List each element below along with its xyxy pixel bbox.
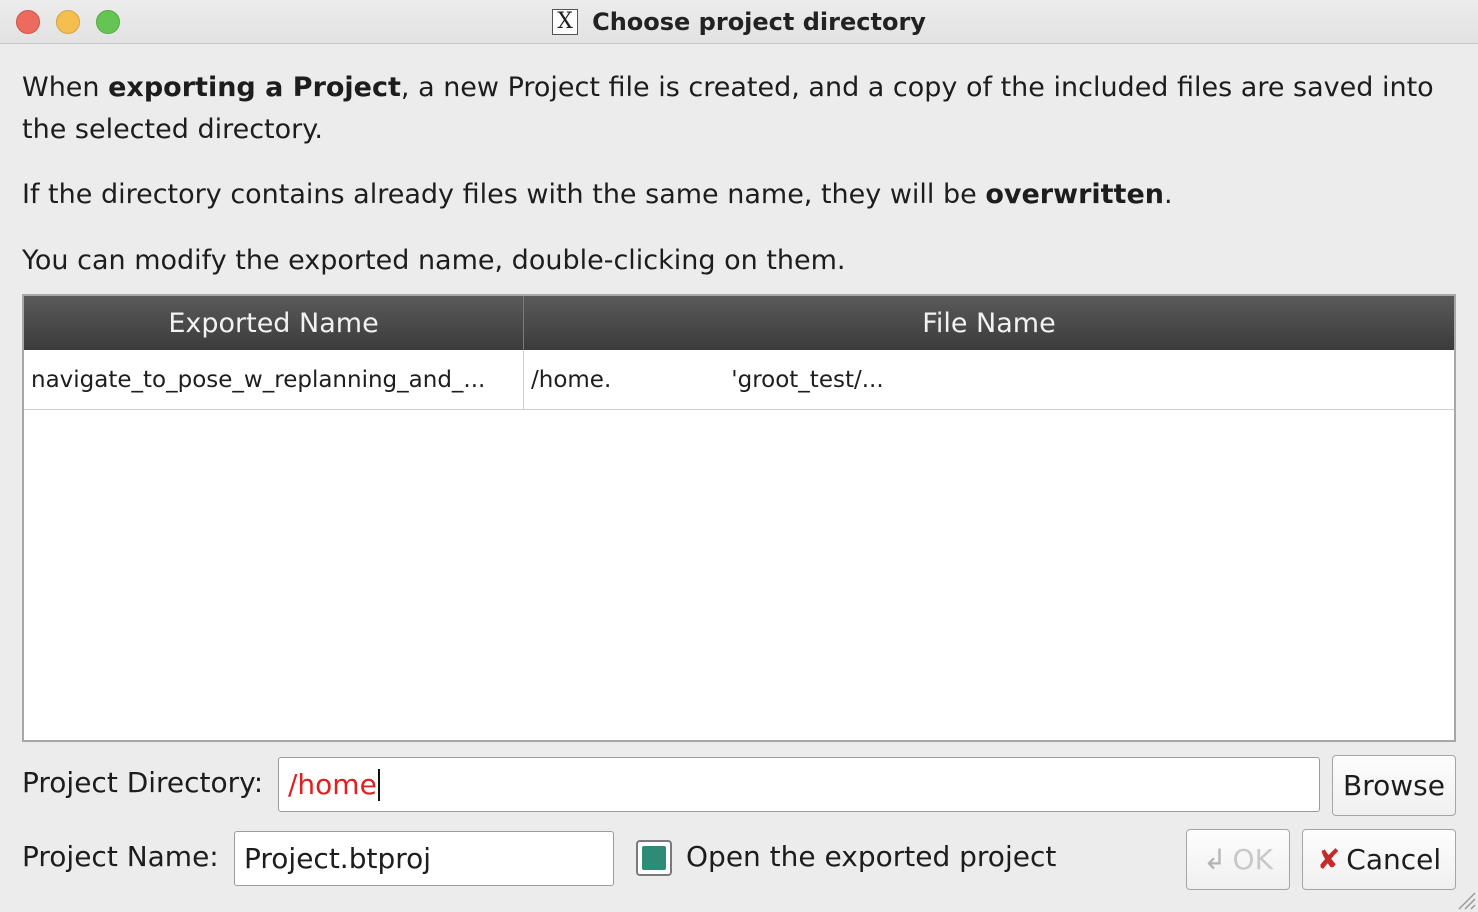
cancel-button[interactable]: ✘ Cancel (1302, 829, 1456, 890)
window-title: Choose project directory (592, 8, 926, 36)
project-directory-input[interactable]: /home (278, 757, 1320, 812)
ok-icon: ↲ (1203, 843, 1227, 876)
cell-exported-name[interactable]: navigate_to_pose_w_replanning_and_... (24, 350, 524, 409)
intro-text: When (22, 72, 109, 103)
project-name-label: Project Name: (22, 840, 219, 873)
intro-bold-text: overwritten (985, 179, 1164, 210)
intro-paragraph-rename: You can modify the exported name, double… (22, 245, 846, 276)
cell-file-name: /home. 'groot_test/... (524, 350, 1454, 409)
intro-bold-text: exporting a Project (108, 72, 401, 103)
ok-button[interactable]: ↲ OK (1186, 829, 1290, 890)
checkbox-checked-indicator (642, 846, 666, 870)
column-header-exported-name[interactable]: Exported Name (24, 296, 524, 350)
open-exported-project-checkbox[interactable] (636, 840, 672, 876)
file-name-start: /home. (531, 366, 612, 393)
project-directory-label: Project Directory: (22, 766, 264, 799)
column-header-file-name[interactable]: File Name (524, 296, 1454, 350)
title-container: X Choose project directory (0, 0, 1478, 44)
intro-paragraph-overwrite: If the directory contains already files … (22, 174, 1462, 216)
browse-button[interactable]: Browse (1332, 755, 1456, 816)
title-bar: X Choose project directory (0, 0, 1478, 44)
file-name-end: 'groot_test/... (731, 366, 884, 393)
ok-label: OK (1232, 843, 1273, 876)
resize-grip-icon[interactable] (1454, 888, 1476, 910)
project-name-input[interactable]: Project.btproj (234, 831, 614, 886)
text-caret (377, 768, 380, 801)
cancel-label: Cancel (1346, 843, 1442, 876)
intro-text: If the directory contains already files … (22, 179, 986, 210)
table-header: Exported Name File Name (24, 296, 1454, 350)
open-exported-project-label[interactable]: Open the exported project (686, 840, 1056, 873)
project-directory-value: /home (288, 768, 377, 801)
intro-text: . (1163, 179, 1173, 210)
files-table[interactable]: Exported Name File Name navigate_to_pose… (22, 294, 1456, 742)
project-name-value: Project.btproj (244, 842, 432, 875)
cancel-x-icon: ✘ (1316, 843, 1341, 876)
x11-app-icon: X (552, 9, 579, 35)
intro-paragraph-export: When exporting a Project, a new Project … (22, 67, 1462, 151)
table-row[interactable]: navigate_to_pose_w_replanning_and_... /h… (24, 350, 1454, 410)
redacted-segment (611, 367, 732, 392)
